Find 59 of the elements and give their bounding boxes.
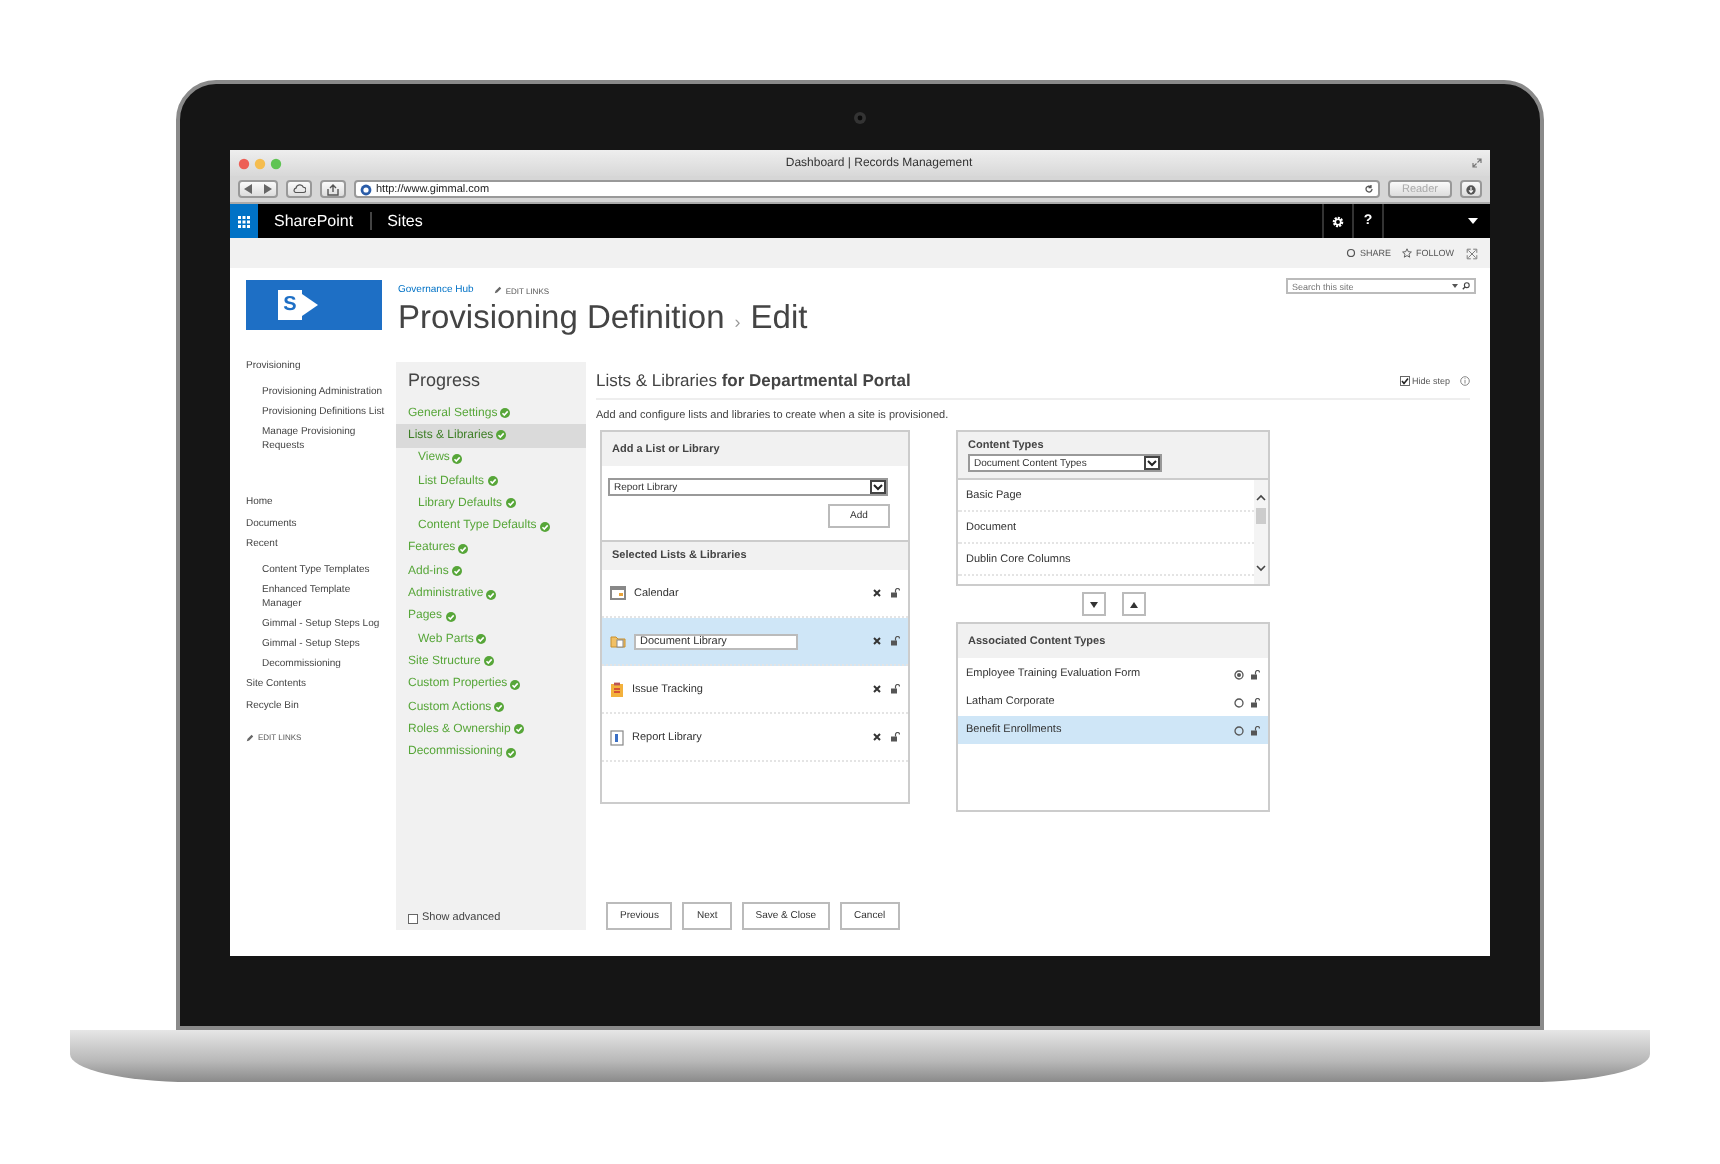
lock-icon[interactable] xyxy=(890,684,900,694)
down-triangle-icon xyxy=(1089,601,1097,607)
suite-link[interactable]: Sites xyxy=(371,212,439,230)
default-radio[interactable] xyxy=(1234,725,1244,735)
cloud-button[interactable] xyxy=(286,180,312,198)
download-icon xyxy=(1466,183,1476,195)
page-subtitle: Edit xyxy=(750,300,808,338)
dropdown-caret-icon[interactable] xyxy=(870,480,886,494)
lock-icon[interactable] xyxy=(890,636,900,646)
scrollbar[interactable] xyxy=(1254,480,1268,584)
caret-icon[interactable] xyxy=(1452,284,1458,288)
search-icon[interactable] xyxy=(1462,282,1470,290)
lock-icon[interactable] xyxy=(890,732,900,742)
folder-icon xyxy=(610,634,626,648)
pencil-icon xyxy=(493,286,502,294)
delete-icon[interactable] xyxy=(872,636,882,646)
default-radio[interactable] xyxy=(1234,697,1244,707)
focus-icon[interactable] xyxy=(1466,247,1478,259)
back-forward-buttons[interactable] xyxy=(238,180,278,198)
pencil-icon xyxy=(246,733,254,741)
app-launcher-button[interactable] xyxy=(230,204,258,238)
star-icon xyxy=(1402,248,1413,258)
page-title: Provisioning Definition xyxy=(398,300,725,338)
clipboard-icon xyxy=(610,681,624,697)
share-button[interactable] xyxy=(320,180,346,198)
move-up-button[interactable] xyxy=(1121,592,1145,616)
download-button[interactable] xyxy=(1460,180,1482,198)
cloud-icon xyxy=(292,184,306,194)
default-radio[interactable] xyxy=(1234,669,1244,679)
dropdown-caret-icon[interactable] xyxy=(1144,456,1160,470)
lock-icon[interactable] xyxy=(1250,669,1260,679)
caret-icon xyxy=(1468,218,1478,224)
lock-icon[interactable] xyxy=(1250,725,1260,735)
settings-icon xyxy=(1332,215,1344,227)
site-logo[interactable]: S xyxy=(246,280,382,330)
window-controls[interactable] xyxy=(238,157,286,169)
camera-icon xyxy=(854,112,866,124)
checkbox[interactable] xyxy=(1399,375,1410,385)
lock-icon[interactable] xyxy=(890,588,900,598)
move-down-button[interactable] xyxy=(1081,592,1105,616)
checkbox[interactable] xyxy=(408,913,418,923)
reload-icon[interactable] xyxy=(1364,184,1374,194)
calendar-icon xyxy=(610,586,626,600)
globe-icon xyxy=(360,183,372,195)
section-heading: Lists & Libraries for Departmental Portal xyxy=(596,370,913,390)
arrow-icon xyxy=(302,294,318,316)
delete-icon[interactable] xyxy=(872,684,882,694)
breadcrumb-separator: › xyxy=(734,312,741,332)
arrows-icon xyxy=(244,184,272,194)
document-icon xyxy=(610,729,624,745)
app-name[interactable]: SharePoint xyxy=(258,212,372,230)
fullscreen-icon[interactable] xyxy=(1472,158,1482,168)
up-triangle-icon xyxy=(1129,601,1137,607)
panel-title: Progress xyxy=(406,370,483,394)
info-icon[interactable] xyxy=(1460,375,1470,385)
delete-icon[interactable] xyxy=(872,732,882,742)
delete-icon[interactable] xyxy=(872,588,882,598)
lock-icon[interactable] xyxy=(1250,697,1260,707)
grid-icon xyxy=(238,215,250,227)
